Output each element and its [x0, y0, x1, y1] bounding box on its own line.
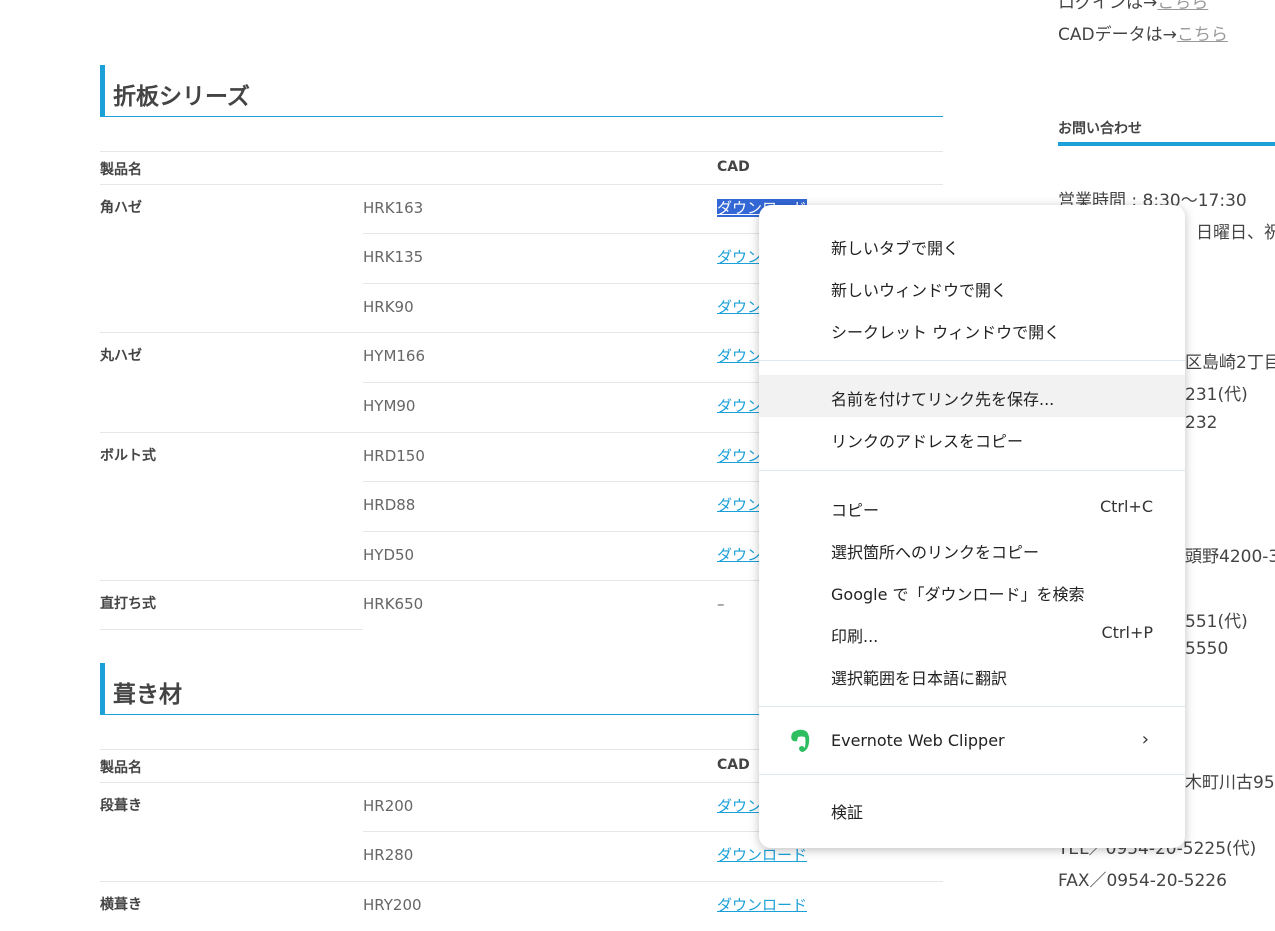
fax-2: 5550: [1185, 639, 1229, 659]
download-link[interactable]: ダウンロード: [717, 896, 807, 914]
col-product-header: 製品名: [100, 162, 142, 178]
menu-open-incognito[interactable]: シークレット ウィンドウで開く: [759, 308, 1185, 350]
col-product-header: 製品名: [100, 760, 142, 776]
menu-separator: [759, 470, 1185, 471]
tel-2: 551(代): [1185, 612, 1248, 632]
address-3: 木町川古954: [1185, 773, 1275, 793]
menu-save-link-as[interactable]: 名前を付けてリンク先を保存...: [759, 375, 1185, 417]
address-2: 頭野4200-31: [1185, 547, 1275, 567]
contact-title-underline: [1058, 142, 1275, 146]
fax-1: 232: [1185, 413, 1218, 433]
fax-3: FAX／0954-20-5226: [1058, 871, 1227, 891]
menu-copy-link-address[interactable]: リンクのアドレスをコピー: [759, 417, 1185, 459]
col-cad-header: CAD: [717, 159, 750, 175]
evernote-icon: [789, 729, 811, 757]
cad-line: CADデータは→こちら: [1058, 25, 1228, 45]
menu-translate-selection[interactable]: 選択範囲を日本語に翻訳: [759, 654, 1185, 696]
menu-evernote-web-clipper[interactable]: Evernote Web Clipper ›: [759, 720, 1185, 762]
menu-search-google[interactable]: Google で「ダウンロード」を検索: [759, 570, 1185, 612]
menu-open-new-window[interactable]: 新しいウィンドウで開く: [759, 266, 1185, 308]
menu-separator: [759, 706, 1185, 707]
menu-print[interactable]: 印刷... Ctrl+P: [759, 612, 1185, 654]
holiday-text: 日曜日、祝: [1196, 223, 1275, 243]
col-cad-header: CAD: [717, 757, 750, 773]
menu-copy-link-to-highlight[interactable]: 選択箇所へのリンクをコピー: [759, 528, 1185, 570]
address-1: 区島崎2丁目: [1185, 353, 1275, 373]
login-link[interactable]: こちら: [1157, 0, 1208, 13]
login-line: ログインは→こちら: [1058, 0, 1208, 13]
menu-open-new-tab[interactable]: 新しいタブで開く: [759, 224, 1185, 266]
table-row: 横葺き HRY200 ダウンロード: [100, 896, 808, 914]
menu-separator: [759, 360, 1185, 361]
menu-inspect[interactable]: 検証: [759, 788, 1185, 830]
section-title-seppan: 折板シリーズ: [100, 65, 943, 117]
cad-link[interactable]: こちら: [1177, 25, 1228, 45]
chevron-right-icon: ›: [1141, 729, 1149, 750]
download-link[interactable]: ダウンロード: [717, 846, 807, 864]
tel-1: 231(代): [1185, 385, 1248, 405]
context-menu: 新しいタブで開く 新しいウィンドウで開く シークレット ウィンドウで開く 名前を…: [759, 205, 1185, 848]
menu-copy[interactable]: コピー Ctrl+C: [759, 486, 1185, 528]
menu-separator: [759, 774, 1185, 775]
contact-title: お問い合わせ: [1058, 121, 1142, 137]
